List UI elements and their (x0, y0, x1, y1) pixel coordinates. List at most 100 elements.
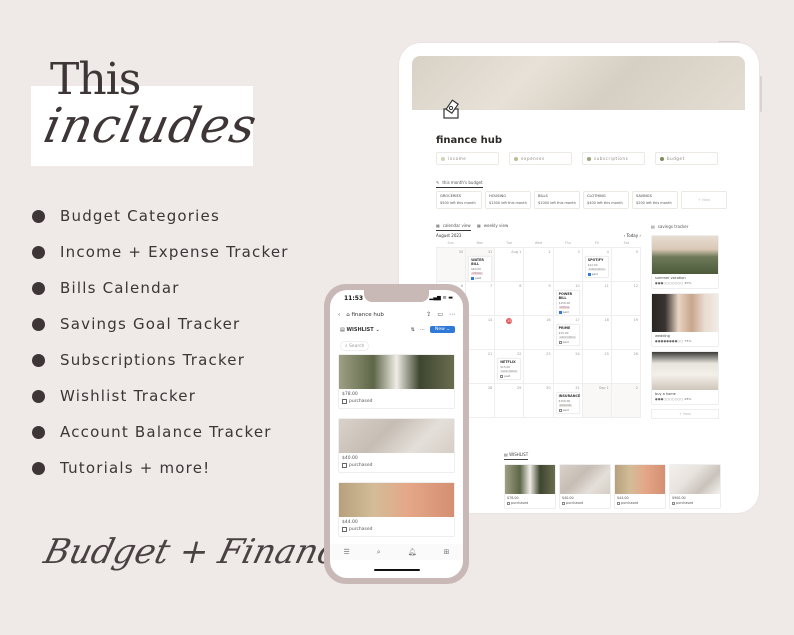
checkbox-label: purchased (676, 501, 694, 505)
calendar-day[interactable]: 5 (611, 248, 641, 282)
bill-event[interactable]: NETFLIX $15.00 subscription paid (497, 358, 522, 380)
savings-card[interactable]: summer vacation ●●●○○○○○○○ 30% (651, 235, 719, 289)
budget-card[interactable]: SAVINGS $200 left this month (632, 191, 678, 209)
tab-savings-tracker[interactable]: ▤ savings tracker (651, 224, 688, 229)
calendar-day[interactable]: 7 (466, 282, 496, 316)
paid-checkbox[interactable] (558, 408, 562, 412)
more-icon[interactable]: ⋯ (420, 327, 425, 333)
calendar-day[interactable]: 23 (524, 350, 554, 384)
calendar-day[interactable]: 26 (611, 350, 641, 384)
bill-event[interactable]: SPOTIFY $12.00 subscription paid (584, 256, 609, 278)
calendar-day[interactable]: 2 (611, 384, 641, 418)
bill-event[interactable]: WATER BILL $60.00 utilities paid (468, 256, 493, 282)
view-selector[interactable]: ▤ WISHLIST ⌄ (340, 327, 411, 333)
budget-card[interactable]: HOUSING $1500 left this month (485, 191, 531, 209)
calendar-day[interactable]: 21 (466, 350, 496, 384)
feature-label: Tutorials + more! (60, 459, 211, 477)
savings-new-button[interactable]: + New (651, 409, 719, 419)
savings-card[interactable]: wedding ●●●●●●●●○○ 75% (651, 293, 719, 347)
budget-card[interactable]: GROCERIES $500 left this month (436, 191, 482, 209)
calendar-day[interactable]: 30 (437, 248, 467, 282)
wishlist-card[interactable]: $44.00 purchased (614, 464, 666, 509)
bill-event[interactable]: PRIME $15.00 subscription paid (555, 324, 580, 346)
calendar-day[interactable]: 30 (524, 384, 554, 418)
nav-expenses-button[interactable]: expenses (509, 152, 572, 165)
checkbox[interactable] (617, 501, 620, 505)
calendar-day[interactable]: 15 (495, 316, 525, 350)
calendar-day[interactable]: 2 (524, 248, 554, 282)
nav-income-button[interactable]: income (436, 152, 499, 165)
calendar-day[interactable]: 18 (582, 316, 612, 350)
bill-event[interactable]: POWER BILL $150.00 utilities paid (555, 290, 580, 316)
day-number: 22 (516, 352, 522, 356)
calendar-day[interactable]: 22 NETFLIX $15.00 subscription paid (495, 350, 525, 384)
calendar-nav[interactable]: ‹ Today › (624, 233, 641, 238)
calendar-day[interactable]: 25 (582, 350, 612, 384)
tab-monthly-budget[interactable]: ✎ this month's budget (436, 180, 483, 188)
budget-card[interactable]: BILLS $1000 left this month (534, 191, 580, 209)
calendar-day[interactable]: 24 (553, 350, 583, 384)
nav-label: income (448, 156, 467, 161)
nav-subscriptions-button[interactable]: subscriptions (582, 152, 645, 165)
checkbox[interactable] (342, 399, 347, 404)
today-button[interactable]: Today (627, 233, 639, 238)
more-icon[interactable]: ⋯ (449, 311, 455, 318)
calendar-day[interactable]: 31 WATER BILL $60.00 utilities paid (466, 248, 496, 282)
bullet-icon (32, 245, 45, 259)
paid-checkbox[interactable] (558, 310, 562, 314)
paid-checkbox[interactable] (471, 276, 475, 280)
paid-checkbox[interactable] (500, 374, 504, 378)
calendar-day[interactable]: 10 POWER BILL $150.00 utilities paid (553, 282, 583, 316)
wishlist-card[interactable]: $78.00 purchased (338, 354, 455, 409)
checkbox[interactable] (507, 501, 510, 505)
calendar-day[interactable]: 28 (466, 384, 496, 418)
checkbox[interactable] (562, 501, 565, 505)
nav-budget-button[interactable]: budget (655, 152, 718, 165)
wishlist-card[interactable]: $40.00 purchased (338, 418, 455, 473)
comment-icon[interactable]: ▭ (437, 311, 443, 318)
calendar-day[interactable]: 14 (466, 316, 496, 350)
calendar-day[interactable]: 4 SPOTIFY $12.00 subscription paid (582, 248, 612, 282)
wishlist-card[interactable]: $44.00 purchased (338, 482, 455, 537)
search-input[interactable]: ⌕ Search (340, 341, 370, 351)
paid-checkbox[interactable] (558, 340, 562, 344)
budget-card[interactable]: CLOTHING $400 left this month (583, 191, 629, 209)
list-icon[interactable]: ☰ (344, 548, 350, 556)
wishlist-card[interactable]: $900.00 purchased (669, 464, 721, 509)
wishlist-card[interactable]: $78.00 purchased (504, 464, 556, 509)
checkbox[interactable] (672, 501, 675, 505)
new-button[interactable]: New ⌄ (429, 326, 455, 333)
calendar-day[interactable]: 29 (495, 384, 525, 418)
bill-amount: $150.00 (558, 301, 571, 305)
back-icon[interactable]: ‹ (338, 312, 340, 318)
calendar-day[interactable]: 12 (611, 282, 641, 316)
calendar-day[interactable]: 8 (495, 282, 525, 316)
calendar-day[interactable]: 11 (582, 282, 612, 316)
checkbox[interactable] (342, 463, 347, 468)
calendar-day[interactable]: Aug 1 (495, 248, 525, 282)
tab-calendar-view[interactable]: ▦ calendar view (436, 223, 471, 231)
budget-new-button[interactable]: + New (681, 191, 727, 209)
calendar-day[interactable]: 17 PRIME $15.00 subscription paid (553, 316, 583, 350)
new-page-icon[interactable]: ⊞ (444, 548, 450, 556)
bell-icon[interactable]: 🔔︎ (408, 548, 417, 556)
share-icon[interactable]: ⇪ (426, 311, 431, 318)
filter-icon[interactable]: ⇅ (411, 327, 415, 333)
wishlist-feed[interactable]: $78.00 purchased $40.00 purchased $44.00 pu… (338, 354, 455, 546)
calendar-day[interactable]: 16 (524, 316, 554, 350)
checkbox[interactable] (342, 527, 347, 532)
calendar-day[interactable]: 9 (524, 282, 554, 316)
calendar-day[interactable]: Sep 1 (582, 384, 612, 418)
budget-title: BILLS (538, 194, 548, 198)
savings-card[interactable]: buy a home ●●●○○○○○○○ 28% (651, 351, 719, 405)
budget-title: HOUSING (489, 194, 506, 198)
calendar-day[interactable]: 3 (553, 248, 583, 282)
search-icon[interactable]: ⌕ (377, 548, 381, 557)
calendar-day[interactable]: 19 (611, 316, 641, 350)
bill-event[interactable]: INSURANCE $150.00 personal paid (555, 392, 580, 414)
calendar-day[interactable]: 31 INSURANCE $150.00 personal paid (553, 384, 583, 418)
paid-checkbox[interactable] (587, 272, 591, 276)
tab-wishlist[interactable]: ▤ WISHLIST (504, 452, 529, 460)
tab-weekly-view[interactable]: ▦ weekly view (477, 223, 508, 228)
wishlist-card[interactable]: $40.00 purchased (559, 464, 611, 509)
